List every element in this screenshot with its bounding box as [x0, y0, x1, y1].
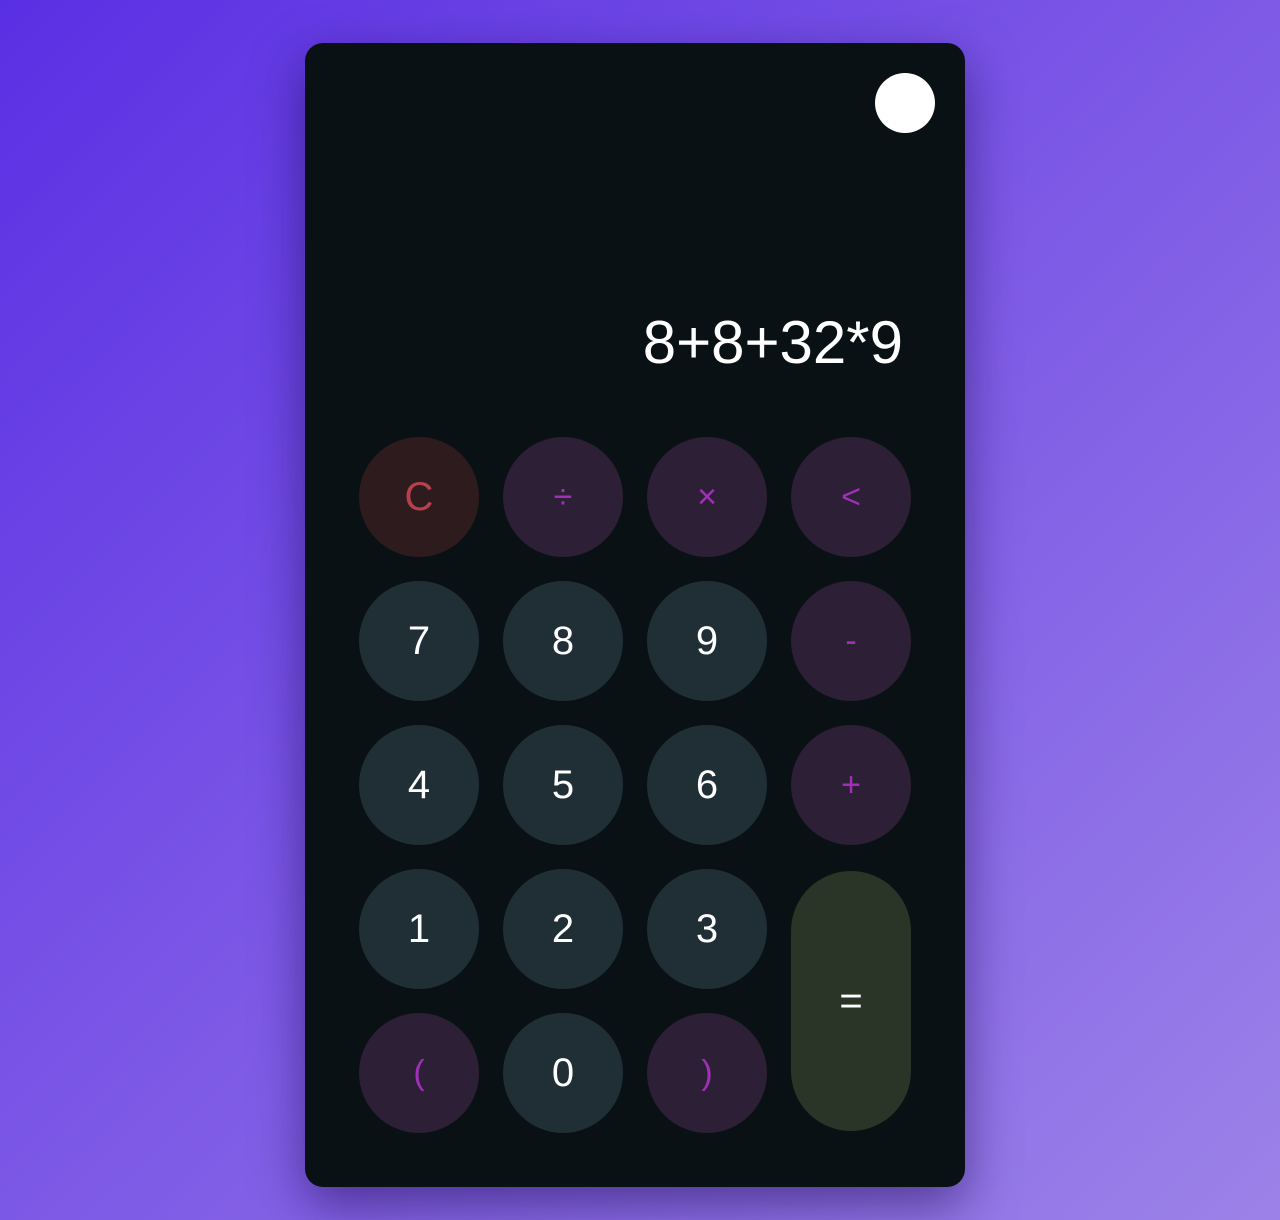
expression-display: 8+8+32*9 — [642, 309, 903, 376]
digit-9-button[interactable]: 9 — [647, 581, 767, 701]
close-paren-button[interactable]: ) — [647, 1013, 767, 1133]
minus-button[interactable]: - — [791, 581, 911, 701]
digit-5-button[interactable]: 5 — [503, 725, 623, 845]
backspace-button[interactable]: < — [791, 437, 911, 557]
divide-button[interactable]: ÷ — [503, 437, 623, 557]
theme-toggle-button[interactable] — [875, 73, 935, 133]
digit-8-button[interactable]: 8 — [503, 581, 623, 701]
digit-3-button[interactable]: 3 — [647, 869, 767, 989]
clear-button[interactable]: C — [359, 437, 479, 557]
digit-4-button[interactable]: 4 — [359, 725, 479, 845]
digit-0-button[interactable]: 0 — [503, 1013, 623, 1133]
open-paren-button[interactable]: ( — [359, 1013, 479, 1133]
multiply-button[interactable]: × — [647, 437, 767, 557]
digit-1-button[interactable]: 1 — [359, 869, 479, 989]
digit-6-button[interactable]: 6 — [647, 725, 767, 845]
digit-7-button[interactable]: 7 — [359, 581, 479, 701]
equals-button[interactable]: = — [791, 871, 911, 1131]
digit-2-button[interactable]: 2 — [503, 869, 623, 989]
plus-button[interactable]: + — [791, 725, 911, 845]
calculator-panel: 8+8+32*9 C ÷ × < 7 8 9 - 4 5 6 + 1 2 3 =… — [305, 43, 965, 1187]
